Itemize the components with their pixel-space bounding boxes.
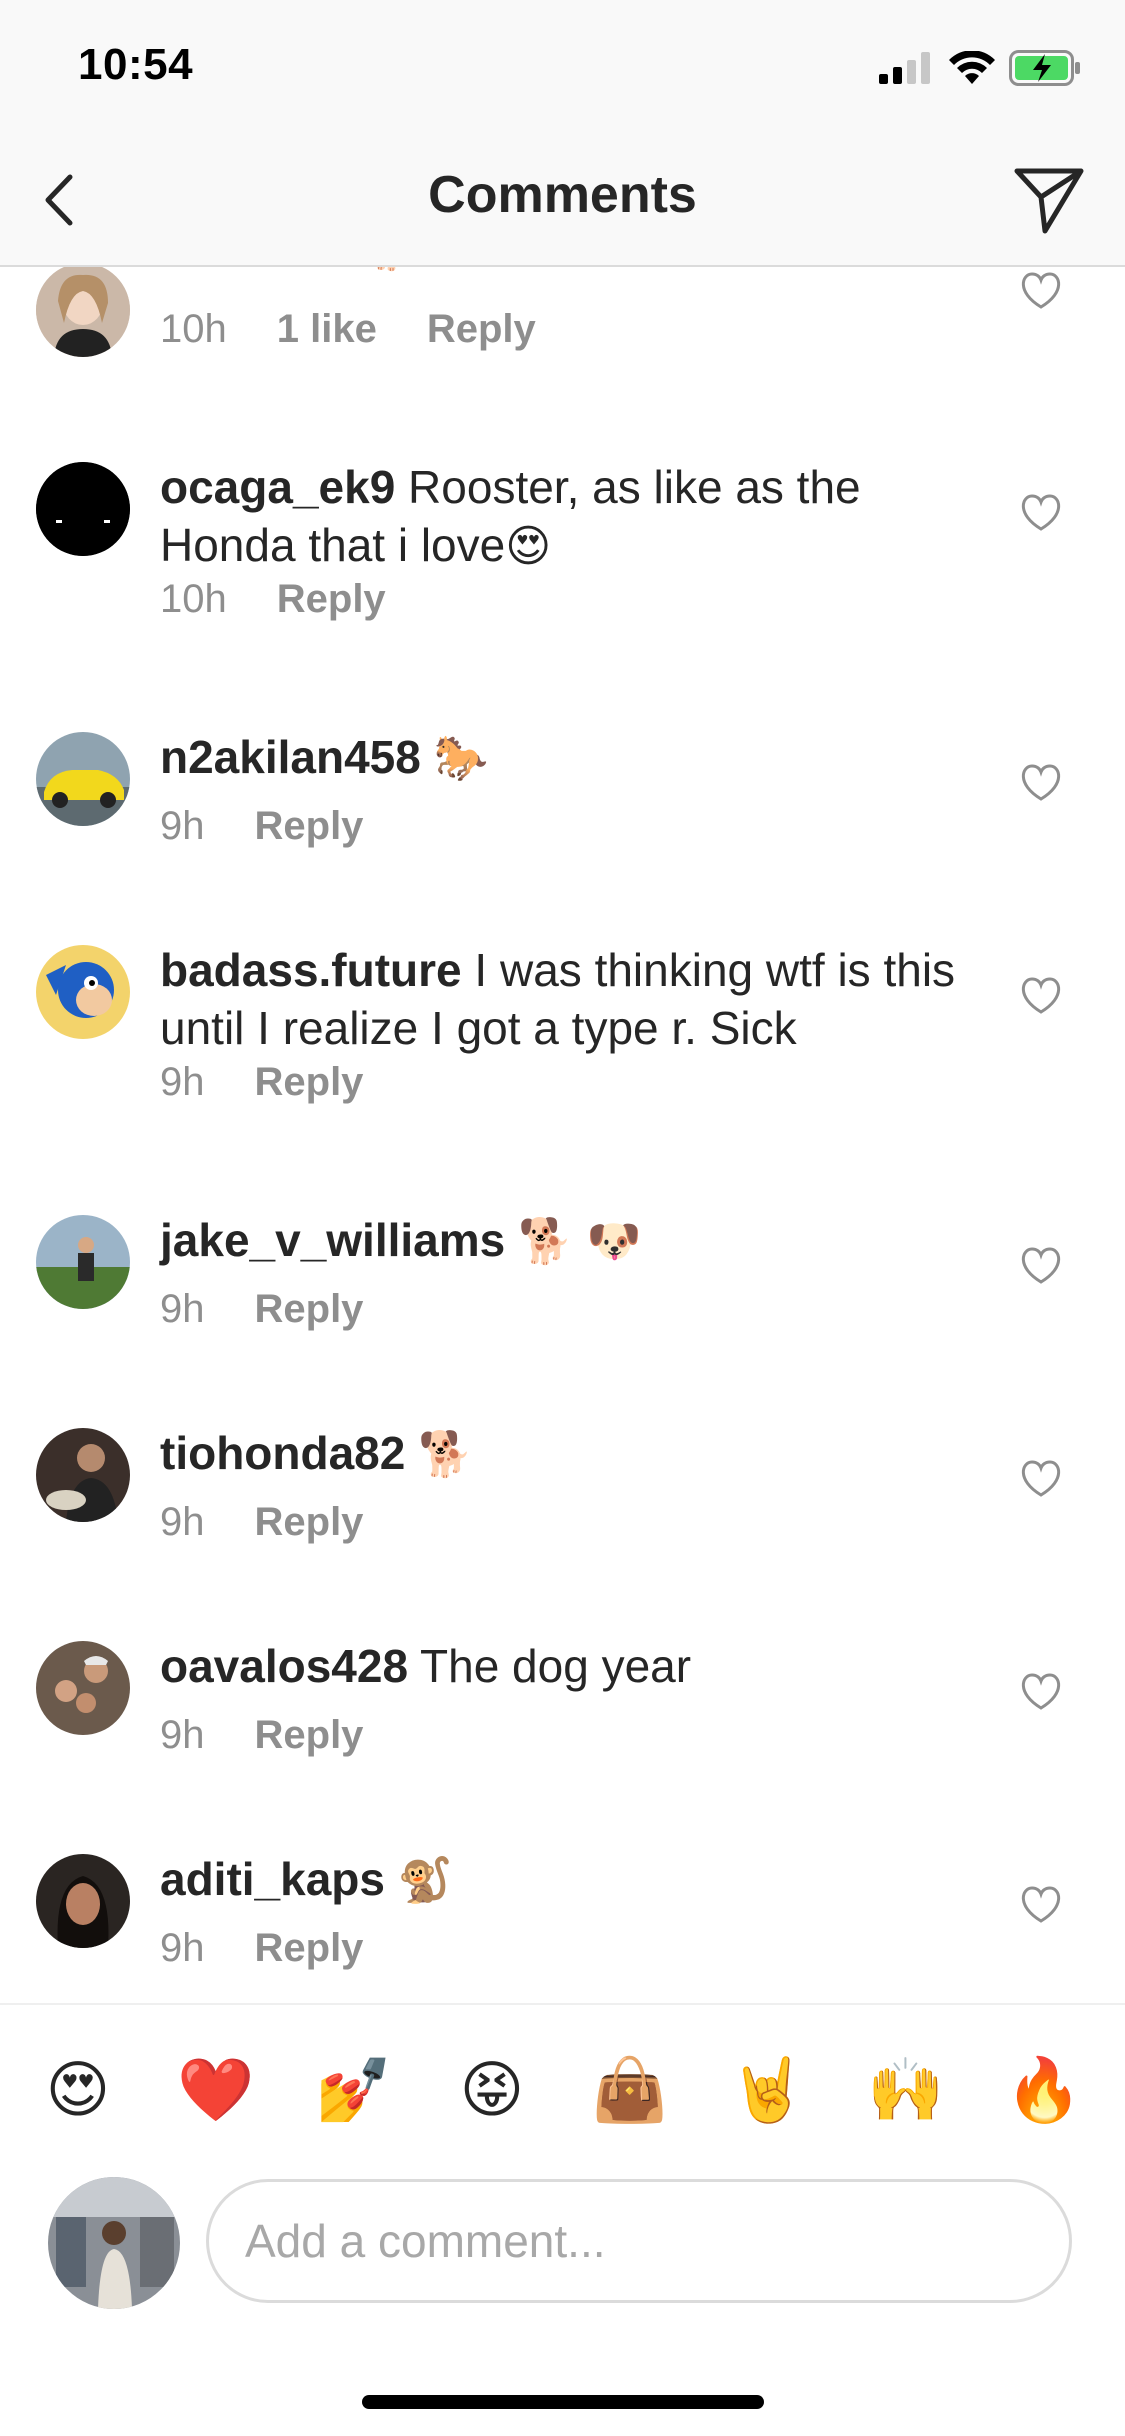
user-photo-icon	[36, 267, 130, 357]
avatar[interactable]	[36, 462, 130, 556]
comment-emoji: 😍	[505, 521, 552, 572]
emoji-nail-polish-button[interactable]: 💅	[314, 2050, 394, 2130]
nav-bar: Comments	[0, 135, 1125, 267]
emoji-red-heart-button[interactable]: ❤️	[176, 2050, 256, 2130]
emoji-rock-on-button[interactable]: 🤘	[728, 2050, 808, 2130]
comment-username[interactable]: tiohonda82	[160, 1427, 405, 1479]
avatar[interactable]	[36, 1641, 130, 1735]
status-icons	[879, 48, 1083, 88]
avatar[interactable]	[36, 945, 130, 1039]
comment-time: 9h	[160, 1287, 205, 1331]
page-title: Comments	[428, 166, 697, 224]
heart-icon[interactable]	[1020, 1460, 1062, 1498]
user-photo-icon	[36, 1641, 130, 1735]
reply-button[interactable]: Reply	[255, 1287, 364, 1332]
comment-emoji: 🐒	[397, 1855, 453, 1906]
comment-meta: 9h Reply	[160, 1287, 363, 1332]
wifi-icon	[949, 51, 995, 84]
comment-username[interactable]: tallertam	[160, 267, 352, 272]
comment-composer	[0, 2171, 1125, 2341]
comment-meta: 9h Reply	[160, 1060, 363, 1105]
comment-meta: 9h Reply	[160, 1713, 363, 1758]
user-photo-icon	[36, 462, 130, 556]
comment-emoji: 🐕	[365, 267, 420, 273]
comment-time: 10h	[160, 577, 227, 621]
cellular-signal-icon	[879, 52, 930, 84]
current-user-avatar	[48, 2177, 180, 2309]
heart-icon[interactable]	[1020, 1673, 1062, 1711]
avatar[interactable]	[36, 1428, 130, 1522]
user-photo-icon	[36, 1215, 130, 1309]
chevron-left-icon[interactable]	[38, 165, 82, 235]
heart-icon[interactable]	[1020, 272, 1062, 310]
comment-text: tallertam 🐕	[160, 267, 960, 277]
heart-icon[interactable]	[1020, 977, 1062, 1015]
avatar[interactable]	[36, 1215, 130, 1309]
paper-plane-icon[interactable]	[1011, 161, 1087, 237]
comments-screen: 10:54 Comments 10h 1 like Reply ocaga_ek…	[0, 0, 1125, 2436]
user-photo-icon	[36, 1854, 130, 1948]
avatar[interactable]	[36, 267, 130, 357]
comment-username[interactable]: badass.future	[160, 944, 462, 996]
comment-username[interactable]: oavalos428	[160, 1640, 408, 1692]
comment-username[interactable]: ocaga_ek9	[160, 461, 395, 513]
emoji-heart-eyes-button[interactable]: 😍	[38, 2050, 118, 2130]
heart-icon[interactable]	[1020, 764, 1062, 802]
sonic-avatar-icon	[36, 945, 130, 1039]
reply-button[interactable]: Reply	[255, 1500, 364, 1545]
comment-time: 9h	[160, 804, 205, 848]
comment-meta: 9h Reply	[160, 1500, 363, 1545]
comment-meta: 9h Reply	[160, 804, 363, 849]
reply-button[interactable]: Reply	[255, 1926, 364, 1971]
emoji-fire-button[interactable]: 🔥	[1004, 2050, 1084, 2130]
comment-username[interactable]: jake_v_williams	[160, 1214, 505, 1266]
comment-time: 9h	[160, 1500, 205, 1544]
heart-icon[interactable]	[1020, 494, 1062, 532]
comment-username[interactable]: aditi_kaps	[160, 1853, 385, 1905]
reply-button[interactable]: Reply	[427, 307, 536, 352]
emoji-raised-hands-button[interactable]: 🙌	[866, 2050, 946, 2130]
avatar[interactable]	[36, 732, 130, 826]
home-indicator[interactable]	[362, 2395, 764, 2409]
comment-text: jake_v_williams 🐕 🐶	[160, 1211, 960, 1271]
comment-input[interactable]	[206, 2179, 1072, 2303]
reply-button[interactable]: Reply	[255, 1060, 364, 1105]
comment-time: 9h	[160, 1713, 205, 1757]
emoji-tongue-face-button[interactable]: 😝	[452, 2050, 532, 2130]
reply-button[interactable]: Reply	[255, 804, 364, 849]
user-photo-icon	[48, 2177, 180, 2309]
comment-list[interactable]: tallertam 🐕 10h 1 like Reply	[0, 267, 1125, 2002]
status-time: 10:54	[78, 40, 194, 89]
heart-icon[interactable]	[1020, 1886, 1062, 1924]
comment-username[interactable]: n2akilan458	[160, 731, 421, 783]
comment-text: n2akilan458 🐎	[160, 728, 960, 788]
heart-icon[interactable]	[1020, 1247, 1062, 1285]
comment-emoji: 🐎	[433, 733, 489, 784]
comment-meta: 10h 1 like Reply	[160, 307, 536, 352]
status-bar: 10:54	[0, 0, 1125, 135]
user-photo-icon	[36, 1428, 130, 1522]
battery-charging-icon	[1009, 50, 1080, 86]
emoji-handbag-button[interactable]: 👜	[590, 2050, 670, 2130]
quick-emoji-bar: 😍 ❤️ 💅 😝 👜 🤘 🙌 🔥	[0, 2003, 1125, 2173]
comment-time: 10h	[160, 307, 227, 351]
comment-text: aditi_kaps 🐒	[160, 1850, 960, 1910]
comment-emoji: 🐕 🐶	[518, 1216, 642, 1267]
comment-like-count[interactable]: 1 like	[277, 307, 377, 352]
comment-emoji: 🐕	[418, 1429, 473, 1480]
comment-text: badass.future I was thinking wtf is this…	[160, 944, 956, 1054]
comment-text: oavalos428 The dog year	[160, 1640, 692, 1692]
comment-time: 9h	[160, 1926, 205, 1970]
comment-meta: 10h Reply	[160, 577, 386, 622]
car-photo-icon	[36, 732, 130, 826]
comment-time: 9h	[160, 1060, 205, 1104]
avatar[interactable]	[36, 1854, 130, 1948]
comment-meta: 9h Reply	[160, 1926, 363, 1971]
reply-button[interactable]: Reply	[255, 1713, 364, 1758]
reply-button[interactable]: Reply	[277, 577, 386, 622]
comment-text: ocaga_ek9 Rooster, as like as the Honda …	[160, 461, 861, 572]
comment-text: tiohonda82 🐕	[160, 1424, 960, 1484]
